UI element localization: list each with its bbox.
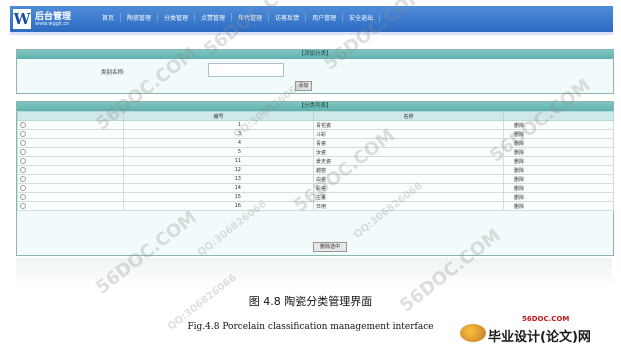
category-name: 景天瓷 — [313, 156, 504, 166]
add-button[interactable]: 添加 — [295, 81, 312, 91]
table-row: 13 白瓷 删除 — [17, 174, 614, 184]
nav-visitor-feedback[interactable]: 访客反馈 — [269, 13, 307, 22]
category-name: 白瓷 — [313, 174, 504, 184]
category-name: 汝瓷 — [313, 147, 504, 157]
category-list-title: 【分类列表】 — [17, 102, 613, 111]
category-name-input[interactable] — [208, 63, 284, 77]
category-id: 12 — [123, 165, 314, 175]
nav-user-management[interactable]: 用户管理 — [306, 13, 344, 22]
row-select-radio[interactable] — [20, 121, 26, 128]
add-category-panel: 【添加分类】 类别名称: 添加 — [16, 49, 614, 94]
category-id: 5 — [123, 147, 314, 157]
row-select-cell — [17, 183, 124, 193]
delete-link[interactable]: 删除 — [503, 192, 614, 202]
category-name: 青花瓷 — [313, 120, 504, 130]
category-id: 1 — [123, 120, 314, 130]
delete-link[interactable]: 删除 — [503, 165, 614, 175]
table-row: 5 汝瓷 删除 — [17, 147, 614, 157]
column-header-action — [503, 111, 614, 121]
category-name: 日用 — [313, 201, 504, 211]
row-select-radio[interactable] — [20, 166, 26, 173]
column-header-name: 名称 — [313, 111, 504, 121]
column-header-id: 编号 — [123, 111, 314, 121]
row-select-radio[interactable] — [20, 130, 26, 137]
category-name: 彩瓷 — [313, 183, 504, 193]
delete-link[interactable]: 删除 — [503, 156, 614, 166]
table-header-row: 编号 名称 — [17, 111, 614, 121]
admin-logo: W 后台管理 www.wggk.cn — [13, 9, 101, 29]
category-name: 古董 — [313, 192, 504, 202]
category-id: 13 — [123, 174, 314, 184]
add-category-title: 【添加分类】 — [17, 50, 613, 59]
table-row: 11 景天瓷 删除 — [17, 156, 614, 166]
category-name: 斗彩 — [313, 129, 504, 139]
row-select-radio[interactable] — [20, 148, 26, 155]
nav-era-management[interactable]: 年代管理 — [232, 13, 270, 22]
delete-link[interactable]: 删除 — [503, 138, 614, 148]
table-row: 1 青花瓷 删除 — [17, 120, 614, 130]
column-header-select — [17, 111, 124, 121]
category-name: 越窑 — [313, 165, 504, 175]
row-select-radio[interactable] — [20, 202, 26, 209]
figure-caption-cn: 图 4.8 陶瓷分类管理界面 — [248, 295, 373, 308]
row-select-cell — [17, 165, 124, 175]
brand-text: 毕业设计(论文)网 — [488, 330, 591, 345]
row-select-cell — [17, 174, 124, 184]
table-row: 14 彩瓷 删除 — [17, 183, 614, 193]
row-select-radio[interactable] — [20, 139, 26, 146]
category-id: 16 — [123, 201, 314, 211]
row-select-cell — [17, 120, 124, 130]
delete-link[interactable]: 删除 — [503, 183, 614, 193]
table-row: 15 古董 删除 — [17, 192, 614, 202]
top-nav: 首页 陶瓷管理 分类管理 点赞管理 年代管理 访客反馈 用户管理 安全退出 — [96, 13, 381, 22]
row-select-cell — [17, 201, 124, 211]
nav-category-management[interactable]: 分类管理 — [158, 13, 196, 22]
row-select-radio[interactable] — [20, 175, 26, 182]
top-header: W 后台管理 www.wggk.cn 首页 陶瓷管理 分类管理 点赞管理 年代管… — [10, 6, 613, 32]
nav-home[interactable]: 首页 — [96, 13, 122, 22]
logo-mark: W — [13, 9, 31, 29]
delete-selected-button[interactable]: 删除选中 — [313, 242, 347, 252]
category-table: 编号 名称 1 青花瓷 删除 3 斗彩 删除 4 青瓷 删除 5 汝瓷 删除 1… — [17, 111, 614, 211]
table-row: 16 日用 删除 — [17, 201, 614, 211]
delete-link[interactable]: 删除 — [503, 201, 614, 211]
logo-subtitle: www.wggk.cn — [35, 21, 70, 27]
category-id: 4 — [123, 138, 314, 148]
table-row: 4 青瓷 删除 — [17, 138, 614, 148]
panel-shadow-band — [16, 258, 612, 288]
delete-link[interactable]: 删除 — [503, 174, 614, 184]
table-row: 3 斗彩 删除 — [17, 129, 614, 139]
delete-link[interactable]: 删除 — [503, 129, 614, 139]
row-select-radio[interactable] — [20, 157, 26, 164]
category-id: 11 — [123, 156, 314, 166]
row-select-cell — [17, 147, 124, 157]
category-name-label: 类别名称: — [101, 70, 125, 76]
row-select-radio[interactable] — [20, 193, 26, 200]
row-select-cell — [17, 129, 124, 139]
row-select-cell — [17, 138, 124, 148]
header-divider — [10, 32, 613, 35]
row-select-radio[interactable] — [20, 184, 26, 191]
table-row: 12 越窑 删除 — [17, 165, 614, 175]
nav-porcelain-management[interactable]: 陶瓷管理 — [121, 13, 159, 22]
nav-logout[interactable]: 安全退出 — [343, 13, 381, 22]
site-brand: 56DOC.COM 毕业设计(论文)网 — [460, 315, 620, 345]
row-select-cell — [17, 156, 124, 166]
category-list-panel: 【分类列表】 编号 名称 1 青花瓷 删除 3 斗彩 删除 4 青瓷 删除 5 … — [16, 101, 614, 256]
nav-likes-management[interactable]: 点赞管理 — [195, 13, 233, 22]
brand-url: 56DOC.COM — [522, 315, 570, 323]
category-id: 3 — [123, 129, 314, 139]
delete-link[interactable]: 删除 — [503, 147, 614, 157]
row-select-cell — [17, 192, 124, 202]
category-id: 14 — [123, 183, 314, 193]
category-id: 15 — [123, 192, 314, 202]
category-name: 青瓷 — [313, 138, 504, 148]
brand-logo-icon — [460, 324, 486, 342]
delete-link[interactable]: 删除 — [503, 120, 614, 130]
